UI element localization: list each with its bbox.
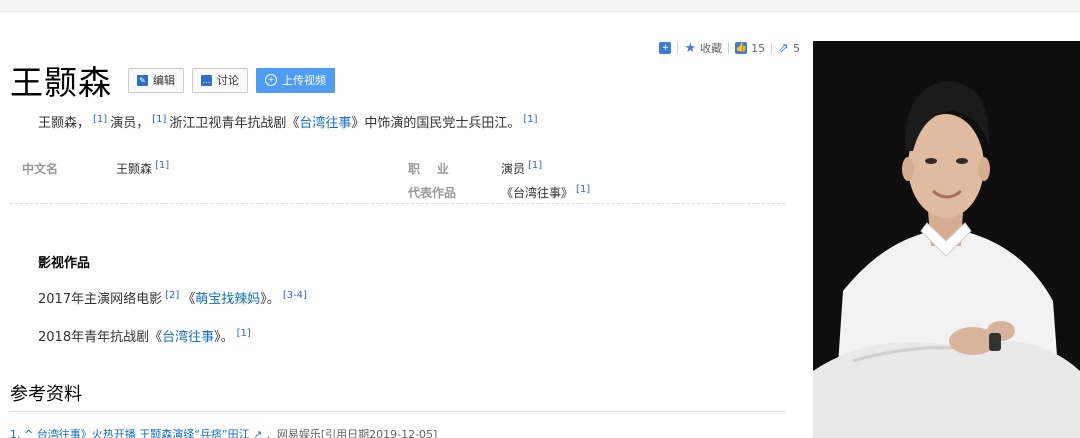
star-icon: ★ bbox=[684, 40, 697, 56]
reference-item: 1. ^ 台湾往事》火热开播 王颢森演绎“兵痞”田江 ↗ ．网易娱乐[引用日期2… bbox=[10, 426, 437, 438]
discuss-button[interactable]: … 讨论 bbox=[192, 67, 248, 93]
bracket: 《 bbox=[182, 292, 196, 307]
divider bbox=[728, 42, 730, 54]
film-title-link[interactable]: 台湾往事 bbox=[162, 330, 214, 345]
share-count: 5 bbox=[793, 41, 800, 55]
upload-video-button[interactable]: + 上传视频 bbox=[256, 67, 335, 93]
film-text: 2017年主演网络电影 bbox=[38, 292, 163, 307]
info-row-name: 中文名 王颢森 [1] bbox=[22, 160, 172, 177]
info-key: 中文名 bbox=[22, 162, 59, 176]
ref-link[interactable]: [3-4] bbox=[283, 290, 307, 301]
external-link-icon[interactable]: ↗ bbox=[253, 428, 262, 438]
plus-circle-icon: + bbox=[265, 74, 277, 86]
bracket: 》。 bbox=[260, 292, 280, 307]
film-title-link[interactable]: 萌宝找辣妈 bbox=[195, 292, 260, 307]
actor-link[interactable]: 演员 bbox=[501, 160, 525, 177]
ref-link[interactable]: [1] bbox=[576, 184, 590, 195]
ref-link[interactable]: [1] bbox=[523, 114, 537, 125]
divider bbox=[677, 42, 679, 54]
collect-label: 收藏 bbox=[700, 42, 723, 55]
main-content: + ★ 收藏 👍 15 ⇗ 5 王颢森 ✎ 编辑 … 讨论 + 上传视频 王颢森… bbox=[10, 12, 800, 438]
discuss-label: 讨论 bbox=[217, 74, 239, 87]
ref-link[interactable]: [1] bbox=[93, 114, 107, 125]
info-key: 代表作品 bbox=[408, 186, 457, 200]
ref-link[interactable]: [1] bbox=[152, 114, 166, 125]
film-text: 2018年青年抗战剧《 bbox=[38, 330, 163, 345]
summary-text: 王颢森， [1] 演员， [1] 浙江卫视青年抗战剧《台湾往事》中饰演的国民党士兵田江。… bbox=[38, 112, 541, 131]
taiwan-story-link[interactable]: 台湾往事 bbox=[513, 184, 561, 201]
basic-info-box: 中文名 王颢森 [1] 职 业演员 [1] 代表作品 《台湾往事》 [1] bbox=[10, 152, 785, 204]
plus-icon: + bbox=[659, 42, 672, 54]
info-key: 职 业 bbox=[408, 162, 449, 176]
info-row-job: 职 业 演员 [1] bbox=[408, 160, 545, 177]
top-bar bbox=[0, 0, 1080, 12]
edit-label: 编辑 bbox=[153, 74, 175, 87]
bracket: 》 bbox=[561, 186, 574, 200]
like-button[interactable]: 👍 15 bbox=[735, 42, 765, 55]
reference-link[interactable]: 1. ^ 台湾往事》火热开播 王颢森演绎“兵痞”田江 bbox=[10, 428, 250, 438]
ref-link[interactable]: [1] bbox=[528, 160, 542, 171]
share-button[interactable]: ⇗ 5 bbox=[778, 41, 800, 56]
info-row-works: 代表作品 《台湾往事》 [1] bbox=[408, 184, 593, 201]
edit-button[interactable]: ✎ 编辑 bbox=[128, 67, 184, 93]
action-bar: + ★ 收藏 👍 15 ⇗ 5 bbox=[659, 40, 800, 56]
comment-icon: … bbox=[201, 74, 212, 86]
like-count: 15 bbox=[751, 41, 766, 55]
title-row: 王颢森 ✎ 编辑 … 讨论 + 上传视频 bbox=[10, 56, 335, 104]
ref-link[interactable]: [1] bbox=[237, 328, 251, 339]
references-heading: 参考资料 bbox=[10, 384, 82, 405]
taiwan-story-link[interactable]: 台湾往事 bbox=[299, 116, 351, 131]
thumbs-up-icon: 👍 bbox=[735, 42, 748, 54]
reference-source: ．网易娱乐[引用日期2019-12-05] bbox=[265, 428, 438, 438]
ref-link[interactable]: [2] bbox=[165, 290, 179, 301]
summary-part: 》中饰演的国民党士兵田江。 bbox=[351, 116, 521, 131]
summary-part: 演员， bbox=[110, 116, 150, 131]
bracket: 《 bbox=[501, 186, 514, 200]
add-to-list-button[interactable]: + bbox=[659, 42, 672, 54]
page-title: 王颢森 bbox=[10, 63, 112, 102]
filmography-heading: 影视作品 bbox=[38, 256, 91, 271]
info-value: 王颢森 bbox=[116, 162, 153, 176]
film-item: 2017年主演网络电影 [2] 《萌宝找辣妈》。 [3-4] bbox=[38, 288, 310, 307]
portrait-illustration bbox=[813, 41, 1080, 438]
divider bbox=[10, 411, 785, 412]
summary-part: 王颢森， bbox=[38, 116, 91, 131]
share-icon: ⇗ bbox=[778, 40, 789, 56]
upload-label: 上传视频 bbox=[282, 74, 326, 87]
collect-button[interactable]: ★ 收藏 bbox=[684, 40, 722, 56]
summary-part: 浙江卫视青年抗战剧《 bbox=[169, 116, 300, 131]
bracket: 》。 bbox=[214, 330, 234, 345]
divider bbox=[771, 42, 773, 54]
portrait-photo bbox=[813, 41, 1080, 438]
film-item: 2018年青年抗战剧《台湾往事》。 [1] bbox=[38, 326, 254, 345]
ref-link[interactable]: [1] bbox=[155, 160, 169, 171]
pencil-icon: ✎ bbox=[137, 74, 148, 86]
